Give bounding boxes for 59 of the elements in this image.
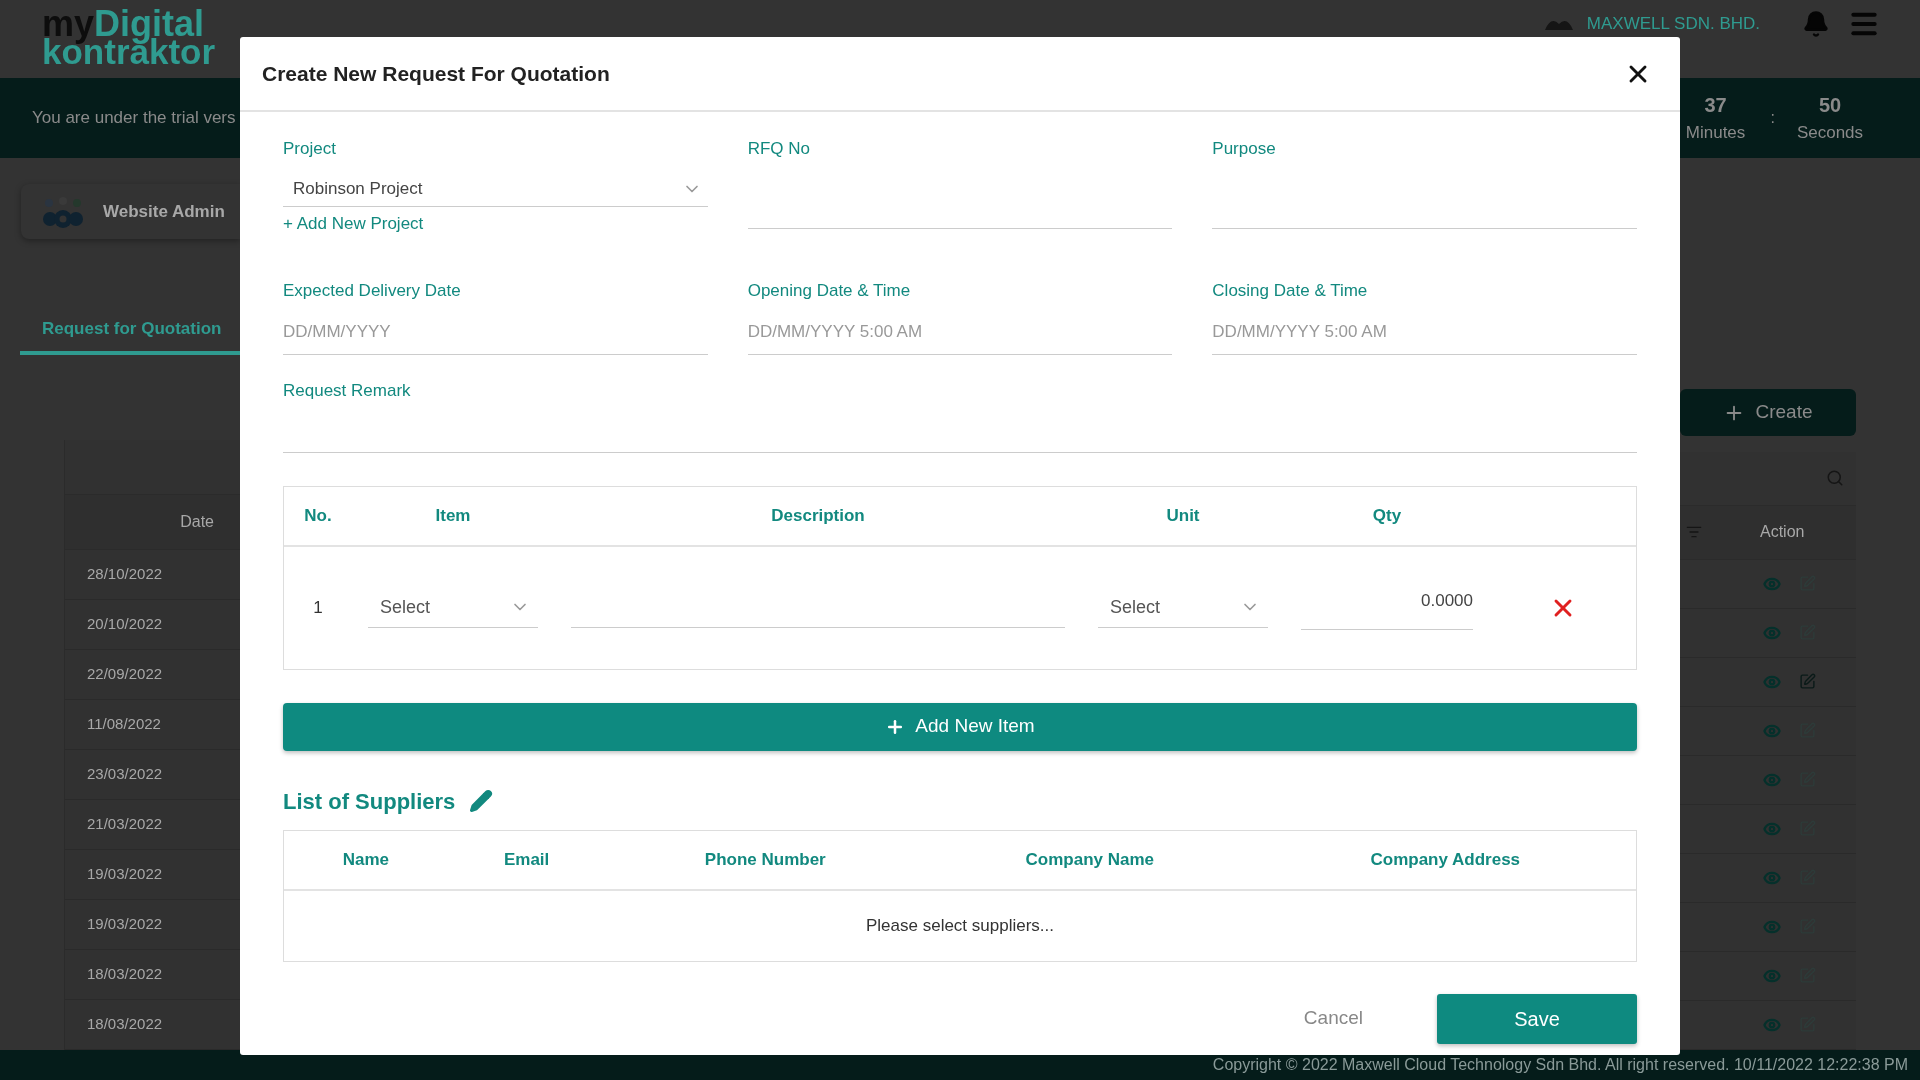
- date-cell-text: 18/03/2022: [87, 1014, 163, 1035]
- empty-message: Please select suppliers...: [865, 914, 1054, 937]
- date-field[interactable]: DD/MM/YYYY 5:00 AM: [747, 310, 1173, 355]
- section-title: List of Suppliers: [283, 787, 456, 816]
- field-label: Opening Date & Time: [747, 279, 912, 302]
- timer-separator: :: [1770, 108, 1775, 128]
- notification-bell-icon[interactable]: [1802, 10, 1830, 38]
- column-header: No.: [303, 504, 333, 527]
- date-cell-text: 21/03/2022: [87, 814, 163, 835]
- date-cell-text: 20/10/2022: [87, 614, 163, 635]
- create-button[interactable]: Create: [1680, 389, 1856, 437]
- field-label: Purpose: [1212, 138, 1277, 160]
- column-header: Company Address: [1369, 848, 1522, 871]
- date-cell-text: 28/10/2022: [87, 564, 163, 585]
- date-cell-text: 19/03/2022: [87, 914, 163, 935]
- field-label: RFQ No: [747, 138, 811, 160]
- modal-title: Create New Request For Quotation: [262, 60, 610, 87]
- timer-unit: Seconds: [1796, 122, 1864, 145]
- save-button[interactable]: Save: [1437, 993, 1637, 1044]
- date-field[interactable]: DD/MM/YYYY 5:00 AM: [1212, 310, 1637, 355]
- edit-pencil-icon[interactable]: [469, 789, 494, 813]
- company-name: MAXWELL SDN. BHD.: [1586, 13, 1760, 36]
- view-icon[interactable]: [1763, 1016, 1781, 1034]
- column-header: Company Name: [1024, 848, 1156, 871]
- unit-select[interactable]: Select: [1098, 587, 1268, 628]
- column-header: Description: [770, 504, 866, 527]
- project-select[interactable]: Robinson Project: [283, 171, 708, 207]
- column-header: Item: [434, 504, 472, 527]
- column-header: Qty: [1371, 504, 1403, 527]
- column-header: Name: [341, 848, 391, 871]
- trial-message: You are under the trial vers: [32, 107, 236, 130]
- search-icon[interactable]: [1826, 469, 1844, 488]
- date-cell-text: 19/03/2022: [87, 864, 163, 885]
- edit-icon[interactable]: [1799, 673, 1816, 691]
- column-header: Unit: [1165, 504, 1201, 527]
- date-field[interactable]: DD/MM/YYYY: [283, 310, 708, 355]
- timer-unit: Minutes: [1685, 122, 1746, 145]
- column-header: Action: [1760, 522, 1805, 543]
- field-label: Request Remark: [283, 379, 412, 402]
- column-header: Phone Number: [703, 848, 827, 871]
- date-cell-text: 23/03/2022: [87, 764, 163, 785]
- row-number: 1: [313, 596, 323, 619]
- add-project-link[interactable]: + Add New Project: [283, 211, 424, 237]
- date-cell-text: 18/03/2022: [87, 964, 163, 985]
- field-label: Closing Date & Time: [1212, 279, 1369, 302]
- qty-field[interactable]: 0.0000: [1301, 585, 1473, 630]
- item-select[interactable]: Select: [368, 587, 538, 628]
- timer-value: 37: [1704, 93, 1727, 119]
- cancel-button[interactable]: Cancel: [1297, 1000, 1369, 1037]
- copyright-text: Copyright © 2022 Maxwell Cloud Technology Sdn Bhd. All right reserved. 10/11/2022 12:22:38 PM: [1212, 1055, 1908, 1075]
- field-label: Expected Delivery Date: [283, 279, 462, 302]
- column-header[interactable]: Date: [180, 510, 214, 534]
- date-cell-text: 11/08/2022: [87, 714, 161, 735]
- date-cell-text: 22/09/2022: [87, 664, 163, 685]
- role-card[interactable]: Website Admin: [21, 184, 240, 239]
- column-header: Email: [502, 848, 551, 871]
- timer-value: 50: [1818, 93, 1842, 119]
- add-item-button[interactable]: Add New Item: [283, 702, 1637, 751]
- field-label: Project: [283, 138, 337, 160]
